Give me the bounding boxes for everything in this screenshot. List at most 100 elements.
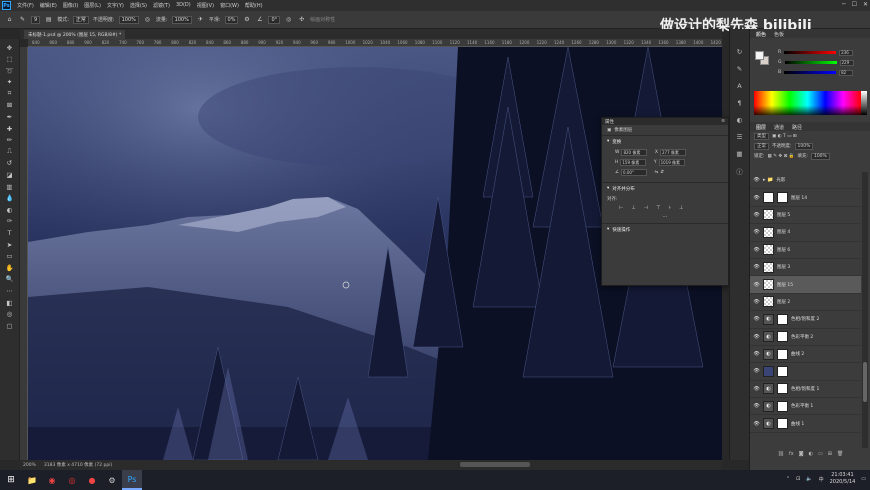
eye-icon[interactable]: 👁 [753,351,760,357]
folder-icon[interactable]: ▸ 📁 [763,177,773,183]
notification-icon[interactable]: ▭ [861,476,866,482]
trash-icon[interactable]: 🗑 [837,451,843,457]
b-track[interactable] [784,71,837,74]
eye-icon[interactable]: 👁 [753,334,760,340]
eye-icon[interactable]: 👁 [753,264,760,270]
panel-tab[interactable]: 色板 [774,31,784,38]
character-icon[interactable]: A [734,81,746,90]
layer-row[interactable]: 👁 图层 3 [750,259,861,277]
foreground-swatch[interactable] [755,51,764,60]
close-icon[interactable]: ✕ [863,1,868,8]
layer-mask-thumbnail[interactable] [777,331,788,343]
adjustment-layer-icon[interactable]: ◐ [809,451,813,457]
menu-item[interactable]: 文字(Y) [104,2,127,9]
layer-opacity-input[interactable]: 100% [794,142,814,150]
ime-indicator[interactable]: 中 [819,476,824,483]
frame-tool-icon[interactable]: ⊠ [4,101,16,110]
g-track[interactable] [784,61,837,64]
pen-tool-icon[interactable]: ✑ [4,217,16,226]
airbrush-icon[interactable]: ✈ [196,15,205,24]
menu-item[interactable]: 选择(S) [127,2,150,9]
marquee-tool-icon[interactable]: ⬚ [4,55,16,64]
group-icon[interactable]: ▭ [818,451,823,457]
align-middle-icon[interactable]: ⊦ [668,205,671,211]
angle-input[interactable]: 0° [268,15,281,24]
layer-row[interactable]: 👁 图层 15 [750,276,861,294]
more-icon[interactable]: ⋯ [607,214,723,220]
smoothing-input[interactable]: 0% [224,15,239,24]
angle-input[interactable]: 0.00° [621,169,648,176]
menu-item[interactable]: 3D(D) [173,2,194,9]
eye-icon[interactable]: 👁 [753,421,760,427]
filter-icons[interactable]: ▣ ◐ T ▭ ⊞ [772,134,797,139]
screen-mode-icon[interactable]: ▢ [4,321,16,330]
layer-mask-thumbnail[interactable] [777,400,788,412]
eye-icon[interactable]: 👁 [753,316,760,322]
eye-icon[interactable]: 👁 [753,177,760,183]
quick-select-tool-icon[interactable]: ✦ [4,78,16,87]
layer-row[interactable]: 👁 图层 6 [750,242,861,259]
layer-mask-thumbnail[interactable] [777,192,788,204]
layer-row[interactable]: 👁 [750,363,861,381]
history-brush-icon[interactable]: ↺ [4,159,16,168]
layer-row[interactable]: 👁 图层 2 [750,294,861,312]
history-icon[interactable]: ↻ [734,47,746,56]
align-top-icon[interactable]: ⊤ [656,205,660,211]
align-header[interactable]: ▾ 对齐并分布 [607,186,723,192]
panel-tab[interactable]: 路径 [792,124,802,131]
blend-mode-select[interactable]: 正常 [754,142,769,150]
properties-header[interactable]: 属性 ≡ [602,118,728,125]
layer-row[interactable]: 👁 图层 4 [750,224,861,242]
layers-scrollbar[interactable] [862,172,868,448]
layer-row[interactable]: 👁 ◐ 色相/饱和度 1 [750,381,861,399]
chrome-icon[interactable]: ◉ [42,470,62,490]
menu-item[interactable]: 窗口(W) [217,2,242,9]
align-left-icon[interactable]: ⊢ [619,205,623,211]
g-value[interactable]: 229 [839,59,854,66]
w-input[interactable]: 820 像素 [621,149,648,156]
eraser-tool-icon[interactable]: ◪ [4,171,16,180]
layer-mask-thumbnail[interactable] [777,365,788,377]
b-value[interactable]: 82 [839,69,854,76]
layer-row[interactable]: 👁 ◐ 曲线 1 [750,415,861,433]
brush-panel-icon[interactable]: ▤ [44,15,53,24]
move-tool-icon[interactable]: ✥ [4,43,16,52]
layer-row[interactable]: 👁 图层 5 [750,207,861,225]
brush-tool-icon-left[interactable]: ✏ [4,136,16,145]
more-tools-icon[interactable]: ⋯ [4,286,16,295]
align-center-icon[interactable]: ⊥ [631,205,635,211]
layer-row[interactable]: 👁 ▸ 📁 光影 [750,172,861,190]
menu-item[interactable]: 图层(L) [81,2,104,9]
eye-icon[interactable]: 👁 [753,403,760,409]
link-icon[interactable]: ⛓ [778,451,784,457]
align-bottom-icon[interactable]: ⊥ [679,205,683,211]
grayscale-bar[interactable] [861,91,867,115]
fill-input[interactable]: 100% [810,152,830,160]
add-mask-icon[interactable]: ◙ [799,451,804,457]
brush-tool-icon[interactable]: ✎ [18,15,27,24]
network-icon[interactable]: ⊡ [796,476,800,482]
menu-item[interactable]: 文件(F) [14,2,37,9]
eye-icon[interactable]: 👁 [753,299,760,305]
eyedropper-tool-icon[interactable]: ✒ [4,113,16,122]
libraries-icon[interactable]: ▦ [734,149,746,158]
x-input[interactable]: 277 像素 [659,149,686,156]
pressure-size-icon[interactable]: ◎ [284,15,293,24]
brush-settings-icon[interactable]: ✎ [734,64,746,73]
eye-icon[interactable]: 👁 [753,282,760,288]
gradient-tool-icon[interactable]: ▥ [4,182,16,191]
panel-tab[interactable]: 图层 [756,124,766,131]
pressure-opacity-icon[interactable]: ◎ [143,15,152,24]
tray-chevron-icon[interactable]: ⌃ [786,476,790,482]
app-gear-icon[interactable]: ⚙ [102,470,122,490]
layer-row[interactable]: 👁 ◐ 色彩平衡 2 [750,329,861,346]
menu-item[interactable]: 编辑(E) [37,2,60,9]
eye-icon[interactable]: 👁 [753,247,760,253]
home-icon[interactable]: ⌂ [5,15,14,24]
layer-mask-thumbnail[interactable] [777,418,788,430]
windows-start-icon[interactable]: ⊞ [0,470,22,490]
gear-icon[interactable]: ⚙ [242,15,251,24]
eye-icon[interactable]: 👁 [753,195,760,201]
eye-icon[interactable]: 👁 [753,229,760,235]
document-tab[interactable]: 未标题-1.psd @ 200% (图层 15, RGB/8#) * [24,30,126,39]
